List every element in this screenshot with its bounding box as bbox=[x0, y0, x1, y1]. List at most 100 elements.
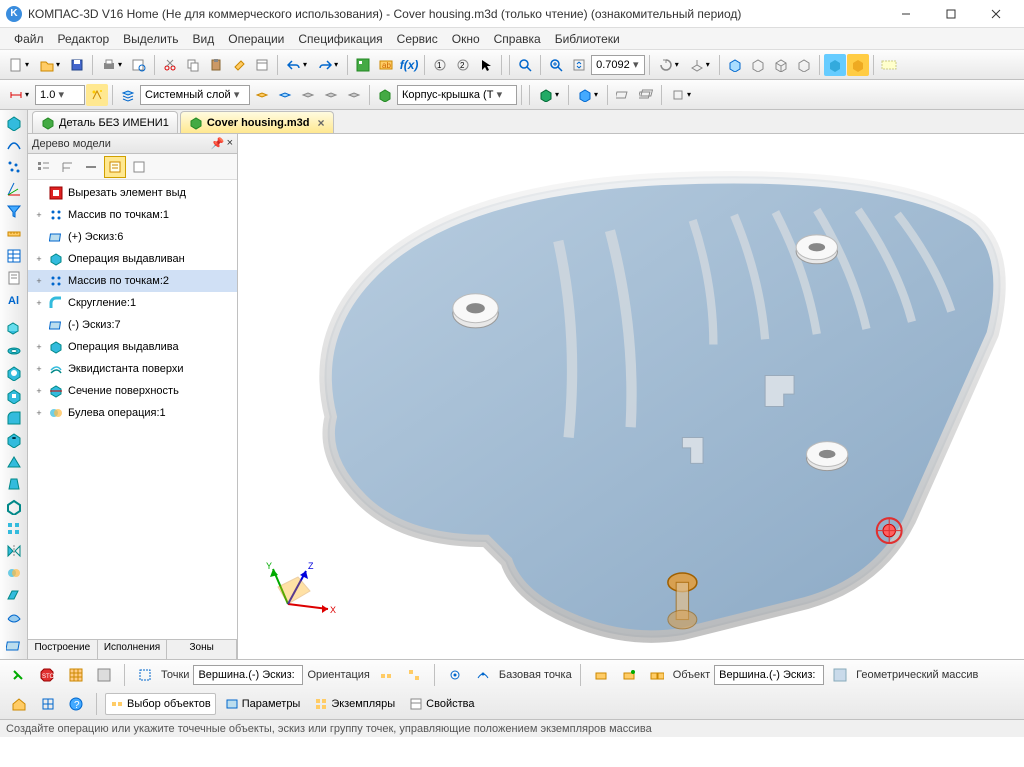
vars-button[interactable]: ab bbox=[375, 54, 397, 76]
tool-points[interactable] bbox=[3, 156, 25, 177]
obj1-button[interactable] bbox=[589, 664, 613, 686]
preview-button[interactable] bbox=[128, 54, 150, 76]
section-view-button[interactable] bbox=[878, 54, 900, 76]
tool-table[interactable] bbox=[3, 245, 25, 266]
tree-tab-variants[interactable]: Исполнения bbox=[98, 640, 168, 659]
tree-item-pattern1[interactable]: +Массив по точкам:1 bbox=[28, 204, 237, 226]
3d-viewport[interactable]: X Y Z bbox=[238, 134, 1024, 659]
tool-pattern[interactable] bbox=[3, 518, 25, 539]
orient2-button[interactable] bbox=[402, 664, 426, 686]
tool-measure[interactable] bbox=[3, 223, 25, 244]
lineweight-dropdown[interactable]: 1.0▾ bbox=[35, 85, 85, 105]
format-painter-button[interactable] bbox=[228, 54, 250, 76]
selection-mode[interactable] bbox=[133, 664, 157, 686]
manager-button[interactable] bbox=[352, 54, 374, 76]
tool-mirror[interactable] bbox=[3, 540, 25, 561]
tab-properties[interactable]: Свойства bbox=[404, 693, 479, 715]
open-button[interactable]: ▾ bbox=[35, 54, 65, 76]
auto-button[interactable] bbox=[86, 84, 108, 106]
tool-shell[interactable] bbox=[3, 496, 25, 517]
help-button[interactable]: ? bbox=[64, 693, 88, 715]
zoom-window-button[interactable] bbox=[514, 54, 536, 76]
render1-button[interactable]: ▾ bbox=[534, 84, 564, 106]
tree-tab-build[interactable]: Построение bbox=[28, 640, 98, 659]
menu-editor[interactable]: Редактор bbox=[52, 30, 116, 48]
render2-button[interactable]: ▾ bbox=[573, 84, 603, 106]
measure1-button[interactable]: 1 bbox=[429, 54, 451, 76]
menu-help[interactable]: Справка bbox=[488, 30, 547, 48]
obj3-button[interactable] bbox=[645, 664, 669, 686]
close-tab-icon[interactable]: × bbox=[318, 116, 325, 130]
frame-button[interactable] bbox=[36, 693, 60, 715]
cut-button[interactable] bbox=[159, 54, 181, 76]
tree-item-cut[interactable]: Вырезать элемент выд bbox=[28, 182, 237, 204]
view-iso-button[interactable] bbox=[724, 54, 746, 76]
dimension-tool[interactable]: ▾ bbox=[4, 84, 34, 106]
tree-view2[interactable] bbox=[56, 156, 78, 178]
print-button[interactable]: ▾ bbox=[97, 54, 127, 76]
tab-cover-housing[interactable]: Cover housing.m3d × bbox=[180, 111, 334, 133]
orientation-button[interactable]: ▾ bbox=[685, 54, 715, 76]
layer-icon5[interactable] bbox=[343, 84, 365, 106]
shade2-button[interactable] bbox=[847, 54, 869, 76]
tool-curve[interactable] bbox=[3, 134, 25, 155]
rotate-button[interactable]: ▾ bbox=[654, 54, 684, 76]
tool-sheet[interactable] bbox=[3, 585, 25, 606]
tool-filter[interactable] bbox=[3, 201, 25, 222]
tree-item-extrude1[interactable]: +Операция выдавливан bbox=[28, 248, 237, 270]
paste-button[interactable] bbox=[205, 54, 227, 76]
planes1-button[interactable] bbox=[612, 84, 634, 106]
shade1-button[interactable] bbox=[824, 54, 846, 76]
vertex-field2[interactable]: Вершина.(-) Эскиз: bbox=[714, 665, 824, 685]
tree-item-pattern2[interactable]: +Массив по точкам:2 bbox=[28, 270, 237, 292]
menu-view[interactable]: Вид bbox=[187, 30, 221, 48]
view-box3-button[interactable] bbox=[793, 54, 815, 76]
properties-button[interactable] bbox=[251, 54, 273, 76]
tool-cut-extrude[interactable] bbox=[3, 363, 25, 384]
redo-button[interactable]: ▾ bbox=[313, 54, 343, 76]
undo-button[interactable]: ▾ bbox=[282, 54, 312, 76]
orient1-button[interactable] bbox=[374, 664, 398, 686]
view-box1-button[interactable] bbox=[747, 54, 769, 76]
save-button[interactable] bbox=[66, 54, 88, 76]
tree-item-offset[interactable]: +Эквидистанта поверхи bbox=[28, 358, 237, 380]
tree-item-sketch7[interactable]: (-) Эскиз:7 bbox=[28, 314, 237, 336]
pin-icon[interactable]: 📌 bbox=[211, 137, 225, 150]
measure2-button[interactable]: 2 bbox=[452, 54, 474, 76]
tool-fillet[interactable] bbox=[3, 407, 25, 428]
tree-item-fillet1[interactable]: +Скругление:1 bbox=[28, 292, 237, 314]
tree-tab-zones[interactable]: Зоны bbox=[167, 640, 237, 659]
tab-instances[interactable]: Экземпляры bbox=[309, 693, 400, 715]
vertex-field1[interactable]: Вершина.(-) Эскиз: bbox=[193, 665, 303, 685]
part-dropdown[interactable]: Корпус-крышка (Т▾ bbox=[397, 85, 517, 105]
planes3-button[interactable]: ▾ bbox=[666, 84, 696, 106]
new-button[interactable]: ▾ bbox=[4, 54, 34, 76]
layer-icon2[interactable] bbox=[274, 84, 296, 106]
tool-revolve[interactable] bbox=[3, 341, 25, 362]
menu-file[interactable]: Файл bbox=[8, 30, 50, 48]
cursor-button[interactable] bbox=[475, 54, 497, 76]
tree-list[interactable]: Вырезать элемент выд +Массив по точкам:1… bbox=[28, 180, 237, 639]
tool-extrude[interactable] bbox=[3, 318, 25, 339]
layer-icon1[interactable] bbox=[251, 84, 273, 106]
tree-view4[interactable] bbox=[104, 156, 126, 178]
menu-specification[interactable]: Спецификация bbox=[292, 30, 388, 48]
minimize-button[interactable] bbox=[883, 0, 928, 28]
zoom-fit-button[interactable] bbox=[568, 54, 590, 76]
layer-icon3[interactable] bbox=[297, 84, 319, 106]
zoom-value-dropdown[interactable]: 0.7092▾ bbox=[591, 55, 645, 75]
planes2-button[interactable] bbox=[635, 84, 657, 106]
menu-select[interactable]: Выделить bbox=[117, 30, 184, 48]
menu-operations[interactable]: Операции bbox=[222, 30, 290, 48]
basepoint1-button[interactable] bbox=[443, 664, 467, 686]
tool-hole[interactable] bbox=[3, 429, 25, 450]
tool-report[interactable] bbox=[3, 267, 25, 288]
tree-item-boolean[interactable]: +Булева операция:1 bbox=[28, 402, 237, 424]
close-button[interactable] bbox=[973, 0, 1018, 28]
zoom-in-button[interactable] bbox=[545, 54, 567, 76]
part-button[interactable] bbox=[374, 84, 396, 106]
tree-view3[interactable] bbox=[80, 156, 102, 178]
layer-icon4[interactable] bbox=[320, 84, 342, 106]
view-box2-button[interactable] bbox=[770, 54, 792, 76]
tree-view1[interactable] bbox=[32, 156, 54, 178]
